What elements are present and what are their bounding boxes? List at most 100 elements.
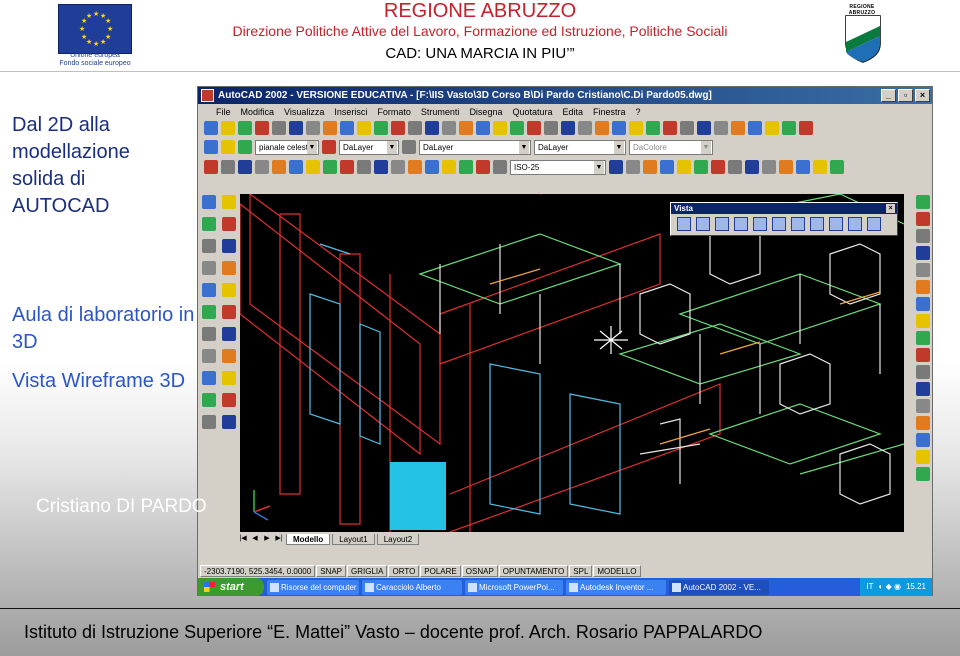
toolbar-tool-icon[interactable] <box>660 160 674 174</box>
view-camera-icon[interactable] <box>867 217 881 231</box>
toolbar-tool-icon[interactable] <box>340 160 354 174</box>
toolbar-tool-icon[interactable] <box>799 121 813 135</box>
toolbar-tool-icon[interactable] <box>238 160 252 174</box>
toolbar-tool-icon[interactable] <box>796 160 810 174</box>
toolbar-tool-icon[interactable] <box>408 160 422 174</box>
draw-tool-icon[interactable] <box>202 305 216 319</box>
plotstyle-combo[interactable]: DaColore <box>629 139 713 155</box>
modify-tool-icon[interactable] <box>916 212 930 226</box>
toolbar-tool-icon[interactable] <box>578 121 592 135</box>
language-indicator[interactable]: IT <box>866 578 873 596</box>
toolbar-tool-icon[interactable] <box>697 121 711 135</box>
draw-tool-icon[interactable] <box>222 239 236 253</box>
toolbar-tool-icon[interactable] <box>745 160 759 174</box>
toolbar-tool-icon[interactable] <box>527 121 541 135</box>
view-nw-iso-icon[interactable] <box>848 217 862 231</box>
toolbar-tool-icon[interactable] <box>306 121 320 135</box>
tab-first-icon[interactable]: |◀ <box>238 534 248 544</box>
modify-tool-icon[interactable] <box>916 229 930 243</box>
task-inventor[interactable]: Autodesk Inventor ... <box>566 579 666 595</box>
toolbar-tool-icon[interactable] <box>762 160 776 174</box>
toolbar-tool-icon[interactable] <box>442 121 456 135</box>
draw-tool-icon[interactable] <box>202 371 216 385</box>
toolbar-tool-icon[interactable] <box>323 160 337 174</box>
toolbar-tool-icon[interactable] <box>595 121 609 135</box>
status-modello[interactable]: MODELLO <box>593 565 641 577</box>
layer-state-icon[interactable] <box>221 140 235 154</box>
toolbar-tool-icon[interactable] <box>374 160 388 174</box>
toolbar-tool-icon[interactable] <box>561 121 575 135</box>
modify-tool-icon[interactable] <box>916 365 930 379</box>
task-caracciolo[interactable]: Caracciolo Alberto <box>362 579 462 595</box>
toolbar-tool-icon[interactable] <box>680 121 694 135</box>
view-back-icon[interactable] <box>772 217 786 231</box>
view-top-icon[interactable] <box>677 217 691 231</box>
layer-combo[interactable]: pianale celeste <box>255 139 319 155</box>
toolbar-tool-icon[interactable] <box>357 160 371 174</box>
view-ne-iso-icon[interactable] <box>829 217 843 231</box>
toolbar-tool-icon[interactable] <box>694 160 708 174</box>
toolbar-tool-icon[interactable] <box>204 121 218 135</box>
toolbar-tool-icon[interactable] <box>357 121 371 135</box>
draw-tool-icon[interactable] <box>202 283 216 297</box>
tab-prev-icon[interactable]: ◀ <box>250 534 260 544</box>
modify-tool-icon[interactable] <box>916 246 930 260</box>
dimstyle-combo[interactable]: ISO-25 <box>510 159 606 175</box>
toolbar-tool-icon[interactable] <box>493 121 507 135</box>
toolbar-tool-icon[interactable] <box>830 160 844 174</box>
modify-tool-icon[interactable] <box>916 280 930 294</box>
toolbar-tool-icon[interactable] <box>612 121 626 135</box>
toolbar-tool-icon[interactable] <box>779 160 793 174</box>
make-current-icon[interactable] <box>322 140 336 154</box>
status-osnap[interactable]: OSNAP <box>461 565 498 577</box>
modify-tool-icon[interactable] <box>916 297 930 311</box>
modify-tool-icon[interactable] <box>916 467 930 481</box>
toolbar-tool-icon[interactable] <box>323 121 337 135</box>
modify-tool-icon[interactable] <box>916 195 930 209</box>
toolbar-tool-icon[interactable] <box>238 121 252 135</box>
draw-tool-icon[interactable] <box>222 217 236 231</box>
task-powerpoint[interactable]: Microsoft PowerPoi... <box>465 579 563 595</box>
minimize-button[interactable]: _ <box>881 89 896 102</box>
toolbar-tool-icon[interactable] <box>476 121 490 135</box>
toolbar-tool-icon[interactable] <box>765 121 779 135</box>
toolbar-tool-icon[interactable] <box>289 160 303 174</box>
toolbar-tool-icon[interactable] <box>204 160 218 174</box>
draw-tool-icon[interactable] <box>202 261 216 275</box>
modify-tool-icon[interactable] <box>916 382 930 396</box>
toolbar-tool-icon[interactable] <box>442 160 456 174</box>
toolbar-tool-icon[interactable] <box>544 121 558 135</box>
drawing-viewport[interactable] <box>240 194 904 532</box>
status-polare[interactable]: POLARE <box>420 565 461 577</box>
toolbar-tool-icon[interactable] <box>677 160 691 174</box>
draw-tool-icon[interactable] <box>202 349 216 363</box>
toolbar-tool-icon[interactable] <box>728 160 742 174</box>
draw-tool-icon[interactable] <box>222 195 236 209</box>
draw-tool-icon[interactable] <box>222 261 236 275</box>
view-front-icon[interactable] <box>753 217 767 231</box>
layer-freeze-icon[interactable] <box>238 140 252 154</box>
draw-tool-icon[interactable] <box>222 305 236 319</box>
toolbar-tool-icon[interactable] <box>255 121 269 135</box>
modify-tool-icon[interactable] <box>916 314 930 328</box>
close-button[interactable]: × <box>915 89 930 102</box>
toolbar-tool-icon[interactable] <box>408 121 422 135</box>
lineweight-combo[interactable]: DaLayer <box>534 139 626 155</box>
modify-tool-icon[interactable] <box>916 433 930 447</box>
toolbar-tool-icon[interactable] <box>255 160 269 174</box>
toolbar-tool-icon[interactable] <box>609 160 623 174</box>
modify-tool-icon[interactable] <box>916 263 930 277</box>
modify-tool-icon[interactable] <box>916 416 930 430</box>
toolbar-tool-icon[interactable] <box>425 160 439 174</box>
modify-tool-icon[interactable] <box>916 348 930 362</box>
draw-tool-icon[interactable] <box>222 371 236 385</box>
toolbar-tool-icon[interactable] <box>476 160 490 174</box>
status-griglia[interactable]: GRIGLIA <box>347 565 388 577</box>
toolbar-tool-icon[interactable] <box>272 160 286 174</box>
modify-tool-icon[interactable] <box>916 331 930 345</box>
toolbar-tool-icon[interactable] <box>510 121 524 135</box>
tab-modello[interactable]: Modello <box>286 533 331 545</box>
draw-tool-icon[interactable] <box>222 283 236 297</box>
toolbar-tool-icon[interactable] <box>626 160 640 174</box>
tab-layout1[interactable]: Layout1 <box>332 533 375 545</box>
